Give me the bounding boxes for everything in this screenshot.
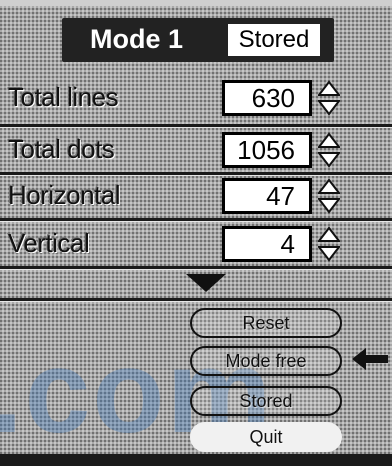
left-arrow-icon — [352, 348, 388, 370]
horizontal-value[interactable]: 47 — [222, 178, 312, 214]
total-dots-stepper-icon[interactable] — [318, 132, 340, 168]
total-lines-value[interactable]: 630 — [222, 80, 312, 116]
mode-status-badge: Stored — [228, 24, 320, 56]
divider-highlight — [0, 301, 392, 302]
reset-button[interactable]: Reset — [190, 308, 342, 338]
row-total-dots: Total dots 1056 — [0, 128, 392, 176]
mode-header: Mode 1 Stored — [62, 18, 334, 62]
total-lines-label: Total lines — [8, 82, 119, 112]
mode-title: Mode 1 — [90, 24, 184, 54]
horizontal-stepper-icon[interactable] — [318, 178, 340, 214]
down-triangle-icon[interactable] — [186, 274, 226, 292]
mode-free-button[interactable]: Mode free — [190, 346, 342, 376]
mode-settings-panel: Mode 1 Stored Total lines 630 Total dots… — [0, 0, 392, 466]
vertical-value[interactable]: 4 — [222, 226, 312, 262]
stored-button[interactable]: Stored — [190, 386, 342, 416]
total-lines-stepper-icon[interactable] — [318, 80, 340, 116]
horizontal-label: Horizontal — [8, 180, 121, 210]
quit-button[interactable]: Quit — [190, 422, 342, 452]
divider-highlight — [0, 269, 392, 270]
row-total-lines: Total lines 630 — [0, 76, 392, 124]
row-horizontal: Horizontal 47 — [0, 174, 392, 222]
vertical-stepper-icon[interactable] — [318, 226, 340, 262]
bottom-strip — [0, 454, 392, 466]
vertical-label: Vertical — [8, 228, 90, 258]
total-dots-label: Total dots — [8, 134, 115, 164]
top-strip — [0, 0, 392, 6]
row-vertical: Vertical 4 — [0, 222, 392, 270]
total-dots-value[interactable]: 1056 — [222, 132, 312, 168]
